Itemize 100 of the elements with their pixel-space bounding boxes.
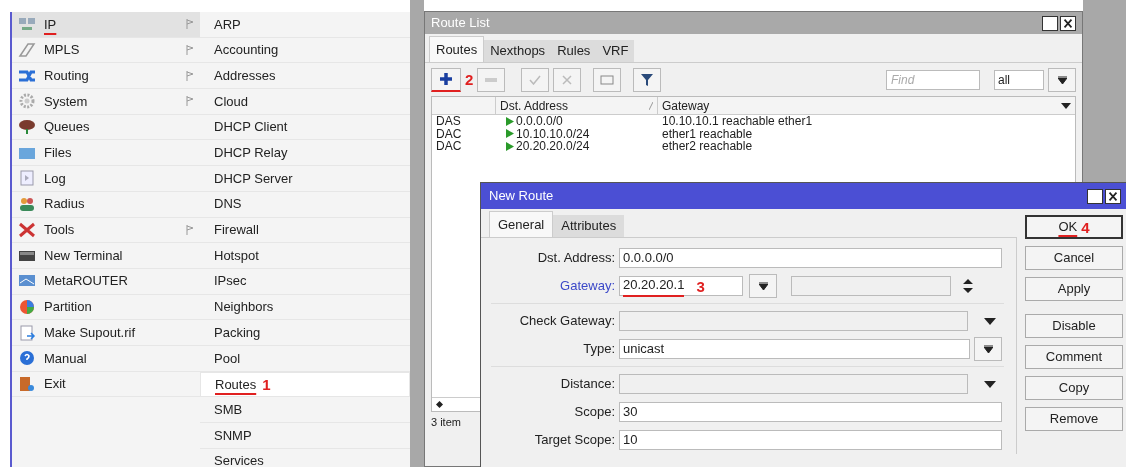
dialog-button[interactable]: Cancel — [1025, 246, 1123, 270]
menu-label: Partition — [44, 298, 93, 317]
file-icon — [18, 324, 36, 341]
dialog-button[interactable]: Comment — [1025, 345, 1123, 369]
menu-item[interactable]: Radius — [12, 191, 200, 218]
exit-icon — [18, 375, 36, 392]
menu-item[interactable]: MPLS — [12, 37, 200, 64]
menu-item[interactable]: Files — [12, 140, 200, 167]
gateway-field[interactable]: 20.20.20.1 3 — [619, 276, 743, 296]
tab[interactable]: Rules — [551, 40, 597, 62]
close-icon[interactable] — [1105, 188, 1121, 204]
submenu-label: SNMP — [214, 426, 252, 445]
menu-label: New Terminal — [44, 246, 124, 265]
menu-label: Tools — [44, 221, 76, 240]
expand-icon — [758, 282, 768, 290]
submenu-label: Routes — [215, 375, 257, 394]
maximize-button[interactable] — [1042, 15, 1058, 31]
table-cell: 0.0.0.0/0 — [516, 115, 563, 128]
menu-label: MPLS — [44, 41, 81, 60]
tab[interactable]: General — [489, 211, 554, 237]
column-header[interactable]: Dst. Address — [496, 97, 658, 114]
dropdown-button[interactable] — [974, 337, 1002, 361]
dropdown-arrow-icon[interactable] — [984, 380, 996, 388]
dropdown-arrow-icon[interactable] — [984, 317, 996, 325]
dropdown-button[interactable] — [1048, 67, 1076, 92]
gateway-extra-field[interactable] — [791, 276, 951, 296]
table-cell-text: DAS — [435, 115, 462, 128]
submenu-label: Accounting — [214, 41, 279, 60]
menu-label: System — [44, 92, 89, 111]
close-icon[interactable] — [1060, 15, 1076, 31]
filter-select[interactable]: all — [994, 69, 1044, 90]
text-field[interactable]: 30 — [619, 402, 1002, 422]
window-title: New Route — [489, 187, 555, 206]
filter-icon — [641, 73, 654, 86]
submenu-label: Firewall — [214, 221, 259, 240]
gear-icon — [18, 93, 36, 110]
menu-label: Manual — [44, 349, 88, 368]
menu-item[interactable]: Make Supout.rif — [12, 320, 200, 346]
menu-item[interactable]: Partition — [12, 294, 200, 321]
dialog-button[interactable]: Copy — [1025, 376, 1123, 400]
dialog-button[interactable]: Apply — [1025, 277, 1123, 301]
note-icon — [600, 74, 615, 85]
plus-icon — [440, 73, 452, 85]
column-header[interactable]: Gateway — [658, 97, 1075, 114]
table-cell: 20.20.20.0/24 — [516, 140, 590, 153]
text-field[interactable]: 0.0.0.0/0 — [619, 248, 1002, 268]
submenu-item[interactable]: Routes 1 — [200, 371, 410, 398]
up-down-icon[interactable] — [963, 279, 973, 293]
filter-button[interactable] — [633, 67, 662, 92]
menu-item[interactable]: IP — [12, 12, 200, 38]
gateway-value: 20.20.20.1 — [623, 275, 685, 297]
dialog-button[interactable]: OK 4 — [1025, 215, 1123, 239]
dropdown-arrow-icon[interactable] — [1061, 102, 1071, 109]
tab[interactable]: VRF — [596, 40, 635, 62]
submenu-label: Neighbors — [214, 298, 274, 317]
table-cell-text: 10.10.10.1 reachable ether1 — [661, 115, 814, 128]
tab[interactable]: Attributes — [553, 215, 625, 237]
submenu-label: Services — [214, 452, 264, 467]
table-cell-text: ether2 reachable — [661, 140, 754, 153]
dialog-button[interactable]: Remove — [1025, 407, 1123, 431]
document-icon — [18, 170, 36, 187]
step-number: 2 — [465, 72, 474, 87]
text-field[interactable]: 10 — [619, 430, 1002, 450]
expand-icon — [1057, 75, 1067, 84]
table-cell: 10.10.10.0/24 — [516, 127, 590, 140]
submenu-label: ARP — [214, 15, 241, 34]
find-field[interactable]: Find — [886, 69, 980, 90]
submenu-label: SMB — [214, 400, 243, 419]
menu-item[interactable]: Routing — [12, 63, 200, 90]
minus-icon — [485, 77, 498, 82]
menu-item[interactable]: New Terminal — [12, 243, 200, 269]
menu-item[interactable]: Tools — [12, 217, 200, 244]
network-icon — [18, 16, 36, 33]
menu-label: MetaROUTER — [44, 272, 129, 291]
dropdown-field[interactable] — [619, 374, 968, 394]
menu-item[interactable]: Queues — [12, 114, 200, 141]
submenu-label: Cloud — [214, 92, 248, 111]
menu-item[interactable]: MetaROUTER — [12, 268, 200, 295]
menu-item[interactable]: System — [12, 89, 200, 115]
add-button[interactable] — [431, 67, 461, 92]
tools-icon — [18, 221, 36, 238]
tab[interactable]: Nexthops — [484, 40, 552, 62]
submenu-label: DHCP Client — [214, 118, 288, 137]
menu-label: IP — [44, 15, 58, 34]
submenu-label: DNS — [214, 195, 242, 214]
menu-item[interactable]: Manual — [12, 345, 200, 372]
table-cell-text: DAC — [435, 140, 463, 153]
expand-icon — [983, 345, 993, 353]
dialog-button[interactable]: Disable — [1025, 314, 1123, 338]
sort-icon — [649, 101, 653, 110]
select-field[interactable]: unicast — [619, 339, 970, 359]
menu-item[interactable]: Log — [12, 166, 200, 192]
menu-item[interactable]: Exit — [12, 371, 200, 398]
submenu-label: Packing — [214, 323, 261, 342]
dropdown-button[interactable] — [749, 274, 777, 298]
field-label: Check Gateway: — [518, 312, 616, 331]
field-label: Gateway: — [559, 277, 616, 296]
tab[interactable]: Routes — [429, 36, 485, 62]
dropdown-field[interactable] — [619, 311, 968, 331]
maximize-button[interactable] — [1087, 188, 1103, 204]
